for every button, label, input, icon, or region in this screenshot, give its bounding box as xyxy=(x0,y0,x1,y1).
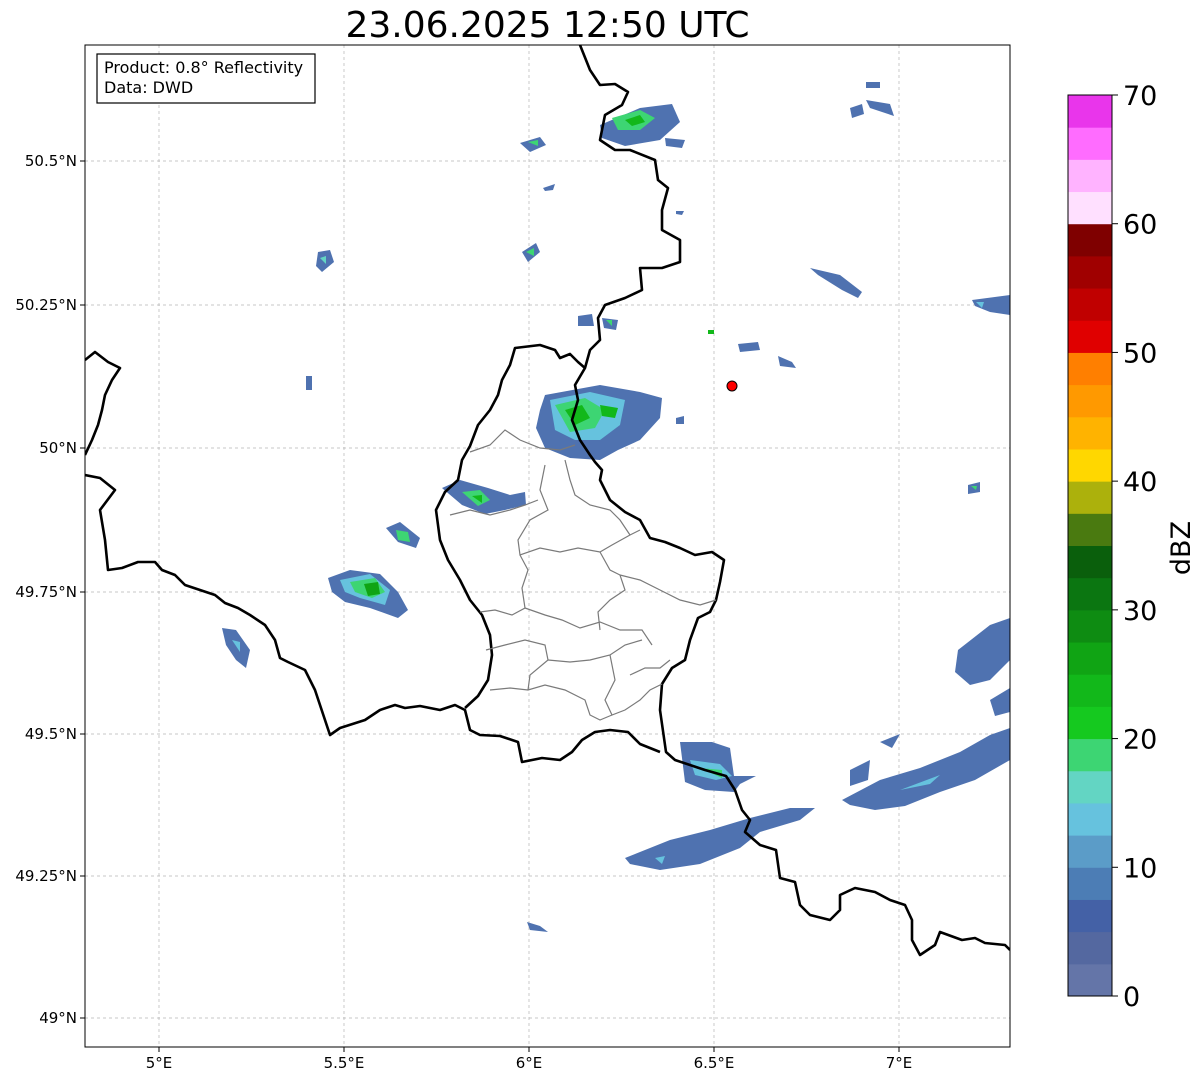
colorbar-bin xyxy=(1068,609,1112,643)
info-box: Product: 0.8° Reflectivity Data: DWD xyxy=(96,53,316,104)
colorbar-tick-label: 30 xyxy=(1123,596,1157,627)
colorbar-bin xyxy=(1068,352,1112,386)
y-tick-label: 49.25°N xyxy=(15,867,77,885)
colorbar-ticks: 0 10 20 30 40 50 60 70 xyxy=(1112,81,1157,1013)
colorbar-tick-label: 10 xyxy=(1123,853,1157,884)
y-tick-labels: 50.5°N 50.25°N 50°N 49.75°N 49.5°N 49.25… xyxy=(15,152,77,1027)
colorbar-bin xyxy=(1068,255,1112,289)
colorbar-bin xyxy=(1068,642,1112,675)
x-axis xyxy=(158,1047,900,1052)
colorbar-bin xyxy=(1068,384,1112,418)
colorbar-bin xyxy=(1068,706,1112,740)
colorbar-bin xyxy=(1068,191,1112,225)
colorbar-tick-label: 70 xyxy=(1123,81,1157,112)
colorbar-bin xyxy=(1068,320,1112,353)
colorbar xyxy=(1068,95,1112,997)
colorbar-bin xyxy=(1068,95,1112,128)
colorbar-bin xyxy=(1068,835,1112,868)
map-area xyxy=(85,45,1010,1047)
colorbar-tick-label: 0 xyxy=(1123,982,1140,1013)
colorbar-bin xyxy=(1068,802,1112,836)
y-tick-label: 50°N xyxy=(39,439,77,457)
colorbar-bin xyxy=(1068,127,1112,160)
colorbar-bin xyxy=(1068,963,1112,997)
colorbar-bin xyxy=(1068,513,1112,546)
colorbar-tick-label: 60 xyxy=(1123,210,1157,241)
radar-map: Product: 0.8° Reflectivity Data: DWD 5°E… xyxy=(15,44,1197,1072)
info-product: Product: 0.8° Reflectivity xyxy=(104,58,303,77)
colorbar-label: dBZ xyxy=(1166,521,1197,575)
colorbar-bin xyxy=(1068,159,1112,193)
colorbar-bin xyxy=(1068,481,1112,514)
colorbar-tick-label: 40 xyxy=(1123,467,1157,498)
colorbar-bin xyxy=(1068,867,1112,900)
colorbar-tick-label: 50 xyxy=(1123,338,1157,369)
colorbar-bin xyxy=(1068,931,1112,965)
x-tick-labels: 5°E 5.5°E 6°E 6.5°E 7°E xyxy=(146,1054,913,1072)
colorbar-bin xyxy=(1068,738,1112,772)
colorbar-bin xyxy=(1068,416,1112,450)
colorbar-bin xyxy=(1068,577,1112,611)
colorbar-bin xyxy=(1068,288,1112,321)
x-tick-label: 7°E xyxy=(886,1054,913,1072)
x-tick-label: 6°E xyxy=(516,1054,543,1072)
x-tick-label: 5.5°E xyxy=(324,1054,365,1072)
colorbar-bin xyxy=(1068,770,1112,804)
y-tick-label: 49.75°N xyxy=(15,583,77,601)
colorbar-bin xyxy=(1068,899,1112,933)
y-tick-label: 50.5°N xyxy=(25,152,77,170)
y-tick-label: 49.5°N xyxy=(25,725,77,743)
colorbar-bin xyxy=(1068,545,1112,579)
colorbar-bin xyxy=(1068,223,1112,257)
colorbar-tick-label: 20 xyxy=(1123,725,1157,756)
radar-site-marker xyxy=(726,380,738,392)
colorbar-bin xyxy=(1068,674,1112,707)
colorbar-bin xyxy=(1068,448,1112,482)
x-tick-label: 5°E xyxy=(146,1054,173,1072)
y-tick-label: 50.25°N xyxy=(15,296,77,314)
y-tick-label: 49°N xyxy=(39,1009,77,1027)
info-data-source: Data: DWD xyxy=(104,78,193,97)
y-axis xyxy=(80,160,85,1019)
x-tick-label: 6.5°E xyxy=(694,1054,735,1072)
